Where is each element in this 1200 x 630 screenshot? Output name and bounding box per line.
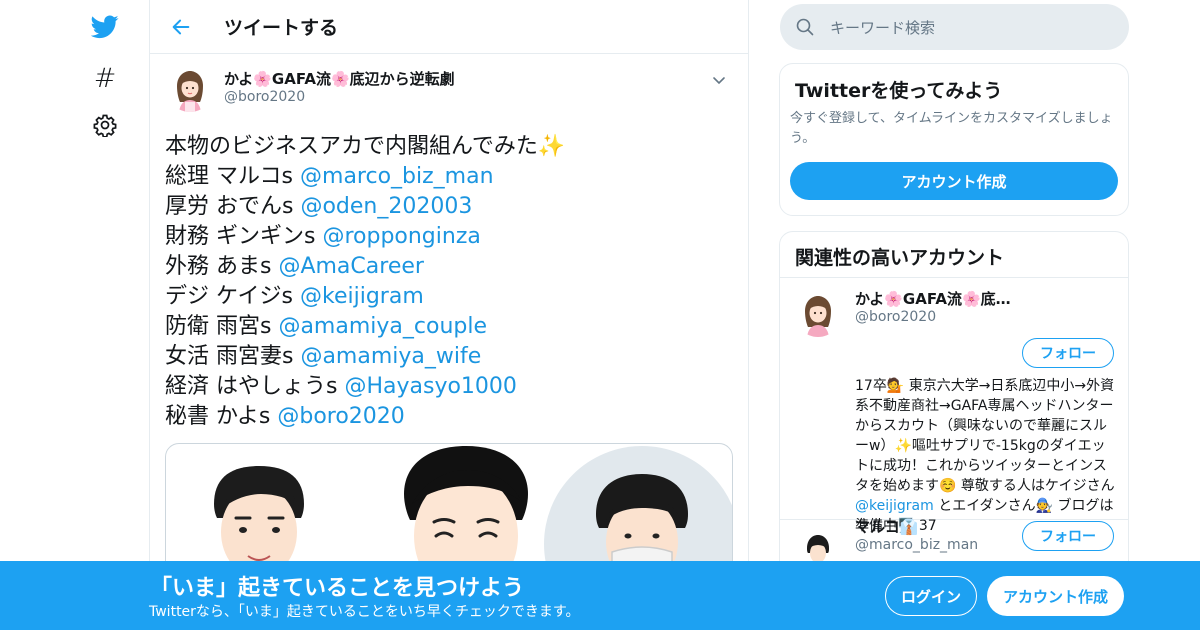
search-icon [795,17,815,37]
author-handle[interactable]: @boro2020 [224,89,305,105]
create-account-button[interactable]: アカウント作成 [790,162,1118,200]
bottom-bar-title: 「いま」起きていることを見つけよう [150,576,525,601]
login-button[interactable]: ログイン [885,576,977,616]
signup-card: Twitterを使ってみよう 今すぐ登録して、タイムラインをカスタマイズしましょ… [779,63,1129,216]
main-header: ツイートする [150,0,748,54]
follow-button[interactable]: フォロー [1022,338,1114,368]
bio-mention-link[interactable]: @keijigram [855,498,934,514]
bottom-bar-subtitle: Twitterなら、「いま」起きていることをいち早くチェックできます。 [149,604,580,620]
tweet-line: 厚労 おでんs @oden_202003 [165,192,733,222]
mention-link[interactable]: @ropponginza [322,224,480,249]
tweet-line: 財務 ギンギンs @ropponginza [165,222,733,252]
role-label: 防衛 雨宮s [165,314,279,339]
tweet-line: 秘書 かよs @boro2020 [165,402,733,432]
chevron-down-icon[interactable] [709,70,729,90]
bio-text: 17卒💁 東京六大学→日系底辺中小→外資系不動産商社→GAFA専属ヘッドハンター… [855,378,1115,494]
twitter-bird-icon[interactable] [90,12,120,42]
signup-button[interactable]: アカウント作成 [987,576,1124,616]
tweet: かよ🌸GAFA流🌸底辺から逆転劇 @boro2020 本物のビジネスアカで内閣組… [150,54,748,593]
tweet-author-row: かよ🌸GAFA流🌸底辺から逆転劇 @boro2020 [165,66,733,124]
tweet-line: 防衛 雨宮s @amamiya_couple [165,312,733,342]
mention-link[interactable]: @AmaCareer [278,254,423,279]
author-avatar[interactable] [167,66,213,112]
mention-link[interactable]: @marco_biz_man [300,164,494,189]
mention-link[interactable]: @Hayasyo1000 [344,374,516,399]
role-label: 外務 あまs [165,254,279,279]
tweet-line: デジ ケイジs @keijigram [165,282,733,312]
tweet-line: 総理 マルコs @marco_biz_man [165,162,733,192]
mention-link[interactable]: @keijigram [300,284,424,309]
tweet-line: 外務 あまs @AmaCareer [165,252,733,282]
role-label: デジ ケイジs [165,284,301,309]
role-label: 経済 はやしょうs [165,374,345,399]
back-arrow-icon[interactable] [150,0,210,54]
account-handle[interactable]: @boro2020 [855,309,936,325]
page-title: ツイートする [224,17,339,39]
mention-link[interactable]: @oden_202003 [300,194,472,219]
tweet-intro: 本物のビジネスアカで内閣組んでみた✨ [165,134,566,159]
account-handle[interactable]: @marco_biz_man [855,537,978,553]
account-bio: 17卒💁 東京六大学→日系底辺中小→外資系不動産商社→GAFA専属ヘッドハンター… [855,376,1117,536]
role-label: 秘書 かよs [165,404,278,429]
signup-card-title: Twitterを使ってみよう [795,80,1003,102]
tweet-line: 女活 雨宮妻s @amamiya_wife [165,342,733,372]
search-input[interactable]: キーワード検索 [780,4,1129,50]
related-account: かよ🌸GAFA流🌸底… @boro2020 フォロー 17卒💁 東京六大学→日系… [780,278,1128,534]
follow-button-label: フォロー [1040,529,1096,545]
role-label: 総理 マルコs [165,164,301,189]
hashtag-icon[interactable]: # [90,63,120,94]
role-label: 女活 雨宮妻s [165,344,301,369]
related-accounts-title: 関連性の高いアカウント [780,232,1128,278]
role-label: 厚労 おでんs [165,194,301,219]
tweet-line: 経済 はやしょうs @Hayasyo1000 [165,372,733,402]
tweet-text: 本物のビジネスアカで内閣組んでみた✨ 総理 マルコs @marco_biz_ma… [165,132,733,432]
author-name[interactable]: かよ🌸GAFA流🌸底辺から逆転劇 [224,68,455,89]
mention-link[interactable]: @amamiya_wife [300,344,481,369]
follow-button-label: フォロー [1040,346,1096,362]
page: # ツイートする かよ🌸GAFA流🌸底辺から逆転劇 @boro2020 本物のビ… [0,0,1200,630]
follow-button[interactable]: フォロー [1022,521,1114,551]
main-column: ツイートする かよ🌸GAFA流� [149,0,749,630]
mention-link[interactable]: @boro2020 [277,404,404,429]
search-placeholder: キーワード検索 [830,18,936,37]
account-name[interactable]: マルコ👔 [855,516,918,537]
mention-link[interactable]: @amamiya_couple [278,314,487,339]
left-nav: # [80,0,130,630]
account-name[interactable]: かよ🌸GAFA流🌸底… [855,288,1011,309]
signup-card-desc: 今すぐ登録して、タイムラインをカスタマイズしましょう。 [790,111,1113,146]
bottom-signup-bar: 「いま」起きていることを見つけよう Twitterなら、「いま」起きていることを… [0,561,1200,630]
role-label: 財務 ギンギンs [165,224,323,249]
avatar[interactable] [795,291,841,337]
gear-icon[interactable] [90,110,120,140]
